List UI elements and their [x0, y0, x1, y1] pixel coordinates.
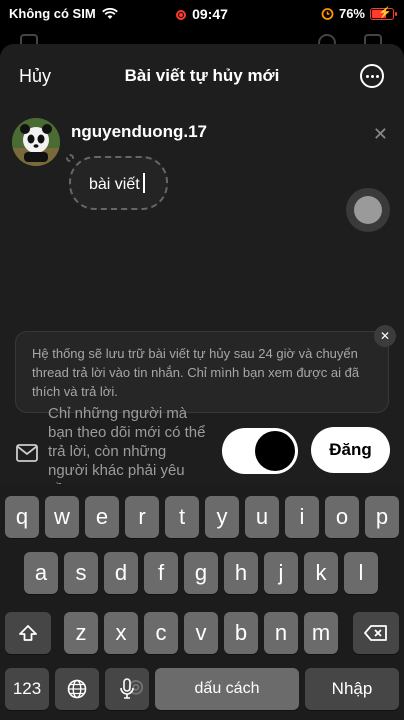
- toggle-knob: [255, 431, 295, 471]
- key-l[interactable]: l: [344, 552, 378, 594]
- key-k[interactable]: k: [304, 552, 338, 594]
- key-g[interactable]: g: [184, 552, 218, 594]
- battery-icon: ⚡: [370, 7, 397, 20]
- key-h[interactable]: h: [224, 552, 258, 594]
- key-p[interactable]: p: [365, 496, 399, 538]
- shift-icon[interactable]: [5, 612, 51, 654]
- key-f[interactable]: f: [144, 552, 178, 594]
- key-r[interactable]: r: [125, 496, 159, 538]
- key-m[interactable]: m: [304, 612, 338, 654]
- clock: 09:47: [192, 6, 228, 22]
- globe-icon[interactable]: [55, 668, 99, 710]
- key-d[interactable]: d: [104, 552, 138, 594]
- key-o[interactable]: o: [325, 496, 359, 538]
- recording-icon: [176, 10, 187, 20]
- battery-percent: 76%: [338, 6, 365, 21]
- bubble-tail: [66, 154, 74, 162]
- more-options-icon[interactable]: [360, 64, 384, 88]
- text-caret: [142, 173, 145, 193]
- key-s[interactable]: s: [64, 552, 98, 594]
- compose-sheet: Hủy Bài viết tự hủy mới nguyenduong.17 ✕…: [0, 44, 404, 498]
- key-x[interactable]: x: [104, 612, 138, 654]
- key-c[interactable]: c: [144, 612, 178, 654]
- key-t[interactable]: t: [165, 496, 199, 538]
- mail-icon[interactable]: [16, 444, 38, 462]
- key-y[interactable]: y: [205, 496, 239, 538]
- notice-text: Hệ thống sẽ lưu trữ bài viết tự hủy sau …: [32, 346, 360, 399]
- backspace-icon[interactable]: [353, 612, 399, 654]
- watermark: ◎: [128, 676, 144, 696]
- key-j[interactable]: j: [264, 552, 298, 594]
- space-key[interactable]: dấu cách: [155, 668, 299, 710]
- avatar: [12, 118, 60, 166]
- post-text: bài viết: [89, 176, 140, 193]
- status-right: 76% ⚡: [321, 6, 397, 21]
- key-n[interactable]: n: [264, 612, 298, 654]
- assistive-touch-button[interactable]: [346, 188, 390, 232]
- key-b[interactable]: b: [224, 612, 258, 654]
- key-v[interactable]: v: [184, 612, 218, 654]
- key-q[interactable]: q: [5, 496, 39, 538]
- key-a[interactable]: a: [24, 552, 58, 594]
- panda-avatar-icon: [12, 118, 60, 166]
- info-notice: Hệ thống sẽ lưu trữ bài viết tự hủy sau …: [15, 331, 389, 413]
- sheet-header: Hủy Bài viết tự hủy mới: [0, 44, 404, 108]
- key-z[interactable]: z: [64, 612, 98, 654]
- reply-toggle[interactable]: [222, 428, 298, 474]
- post-button[interactable]: Đăng: [311, 427, 390, 473]
- post-text-input[interactable]: bài viết: [69, 156, 168, 210]
- status-bar: Không có SIM 09:47 76% ⚡: [0, 0, 404, 30]
- alarm-icon: [321, 8, 334, 20]
- key-e[interactable]: e: [85, 496, 119, 538]
- key-i[interactable]: i: [285, 496, 319, 538]
- return-key[interactable]: Nhập: [305, 668, 399, 710]
- key-u[interactable]: u: [245, 496, 279, 538]
- close-icon[interactable]: ✕: [373, 124, 388, 145]
- notice-close-icon[interactable]: ✕: [374, 325, 396, 347]
- username: nguyenduong.17: [71, 122, 207, 141]
- page-title: Bài viết tự hủy mới: [124, 66, 280, 85]
- key-w[interactable]: w: [45, 496, 79, 538]
- numbers-key[interactable]: 123: [5, 668, 49, 710]
